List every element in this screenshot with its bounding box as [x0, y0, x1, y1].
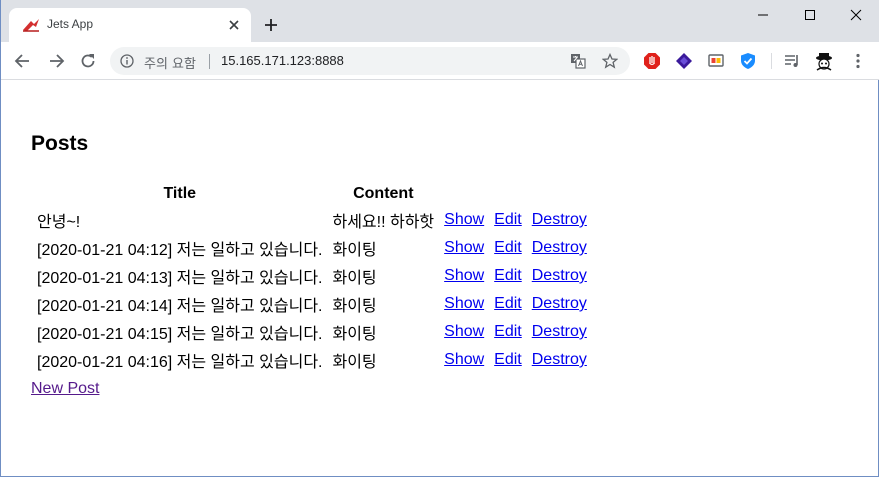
shield-extension-icon[interactable]: [739, 52, 757, 70]
show-link[interactable]: Show: [444, 211, 484, 228]
page-title: Posts: [31, 132, 89, 155]
toolbar-divider: [771, 53, 772, 69]
back-arrow-icon[interactable]: [13, 51, 33, 71]
close-icon: [850, 9, 862, 21]
minimize-icon: [758, 14, 768, 16]
new-post-link[interactable]: New Post: [31, 380, 99, 398]
post-content-cell: 화이팅: [332, 298, 377, 315]
media-playlist-icon[interactable]: [783, 52, 801, 70]
post-title-cell: [2020-01-21 04:12] 저는 일하고 있습니다.: [37, 242, 323, 259]
posts-table: Title Content 안녕~! 하세요!! 하하핫 Show Edit D…: [31, 181, 593, 375]
destroy-link[interactable]: Destroy: [532, 239, 587, 256]
post-title-cell: [2020-01-21 04:13] 저는 일하고 있습니다.: [37, 270, 323, 287]
post-title-cell: [2020-01-21 04:15] 저는 일하고 있습니다.: [37, 326, 323, 343]
table-row: [2020-01-21 04:16] 저는 일하고 있습니다. 화이팅 Show…: [33, 347, 591, 373]
destroy-link[interactable]: Destroy: [532, 211, 587, 228]
show-link[interactable]: Show: [444, 267, 484, 284]
layers-extension-icon[interactable]: [675, 52, 693, 70]
minimize-button[interactable]: [740, 0, 786, 30]
edit-link[interactable]: Edit: [494, 211, 522, 228]
profile-avatar-icon[interactable]: [813, 50, 835, 72]
table-row: [2020-01-21 04:13] 저는 일하고 있습니다. 화이팅 Show…: [33, 263, 591, 289]
post-content-cell: 화이팅: [332, 326, 377, 343]
menu-kebab-icon[interactable]: [849, 52, 867, 70]
edit-link[interactable]: Edit: [494, 239, 522, 256]
page-content: Posts Title Content 안녕~! 하세요!! 하하핫 Show …: [1, 81, 878, 476]
security-status[interactable]: 주의 요함: [144, 53, 196, 72]
post-title-cell: [2020-01-21 04:14] 저는 일하고 있습니다.: [37, 298, 323, 315]
forward-arrow-icon[interactable]: [46, 51, 66, 71]
column-header-title: Title: [163, 185, 197, 202]
close-window-button[interactable]: [833, 0, 879, 30]
tab-title: Jets App: [47, 17, 94, 31]
jets-logo-icon: [23, 19, 39, 32]
reload-icon[interactable]: [78, 51, 98, 71]
edit-link[interactable]: Edit: [494, 267, 522, 284]
url-text[interactable]: 15.165.171.123:8888: [221, 53, 344, 68]
new-tab-icon[interactable]: [263, 17, 279, 33]
table-row: [2020-01-21 04:14] 저는 일하고 있습니다. 화이팅 Show…: [33, 291, 591, 317]
show-link[interactable]: Show: [444, 323, 484, 340]
post-content-cell: 화이팅: [332, 354, 377, 371]
translate-icon[interactable]: [570, 53, 586, 69]
browser-window: Jets App 주의 요함 15.165.171.123:8888 Posts…: [0, 0, 879, 477]
post-title-cell: [2020-01-21 04:16] 저는 일하고 있습니다.: [37, 354, 323, 371]
destroy-link[interactable]: Destroy: [532, 323, 587, 340]
close-tab-icon[interactable]: [227, 18, 241, 32]
show-link[interactable]: Show: [444, 295, 484, 312]
browser-toolbar: 주의 요함 15.165.171.123:8888: [1, 42, 879, 80]
edit-link[interactable]: Edit: [494, 323, 522, 340]
table-row: [2020-01-21 04:12] 저는 일하고 있습니다. 화이팅 Show…: [33, 235, 591, 261]
post-content-cell: 화이팅: [332, 242, 377, 259]
column-header-actions: [440, 183, 591, 205]
table-header-row: Title Content: [33, 183, 591, 205]
column-header-content: Content: [353, 185, 414, 202]
address-bar[interactable]: 주의 요함 15.165.171.123:8888: [110, 47, 630, 75]
destroy-link[interactable]: Destroy: [532, 267, 587, 284]
omnibox-divider: [209, 54, 210, 69]
tab-strip: Jets App: [1, 0, 879, 42]
post-content-cell: 화이팅: [332, 270, 377, 287]
maximize-button[interactable]: [787, 0, 833, 30]
adblock-extension-icon[interactable]: [643, 52, 661, 70]
destroy-link[interactable]: Destroy: [532, 295, 587, 312]
bookmark-star-icon[interactable]: [602, 53, 618, 69]
post-content-cell: 하세요!! 하하핫: [332, 214, 435, 231]
show-link[interactable]: Show: [444, 351, 484, 368]
destroy-link[interactable]: Destroy: [532, 351, 587, 368]
cast-extension-icon[interactable]: [707, 52, 725, 70]
edit-link[interactable]: Edit: [494, 295, 522, 312]
show-link[interactable]: Show: [444, 239, 484, 256]
maximize-icon: [805, 10, 815, 20]
tab-jets-app[interactable]: Jets App: [9, 8, 251, 42]
info-icon[interactable]: [120, 54, 134, 68]
edit-link[interactable]: Edit: [494, 351, 522, 368]
table-row: [2020-01-21 04:15] 저는 일하고 있습니다. 화이팅 Show…: [33, 319, 591, 345]
post-title-cell: 안녕~!: [37, 214, 81, 231]
table-row: 안녕~! 하세요!! 하하핫 Show Edit Destroy: [33, 207, 591, 233]
